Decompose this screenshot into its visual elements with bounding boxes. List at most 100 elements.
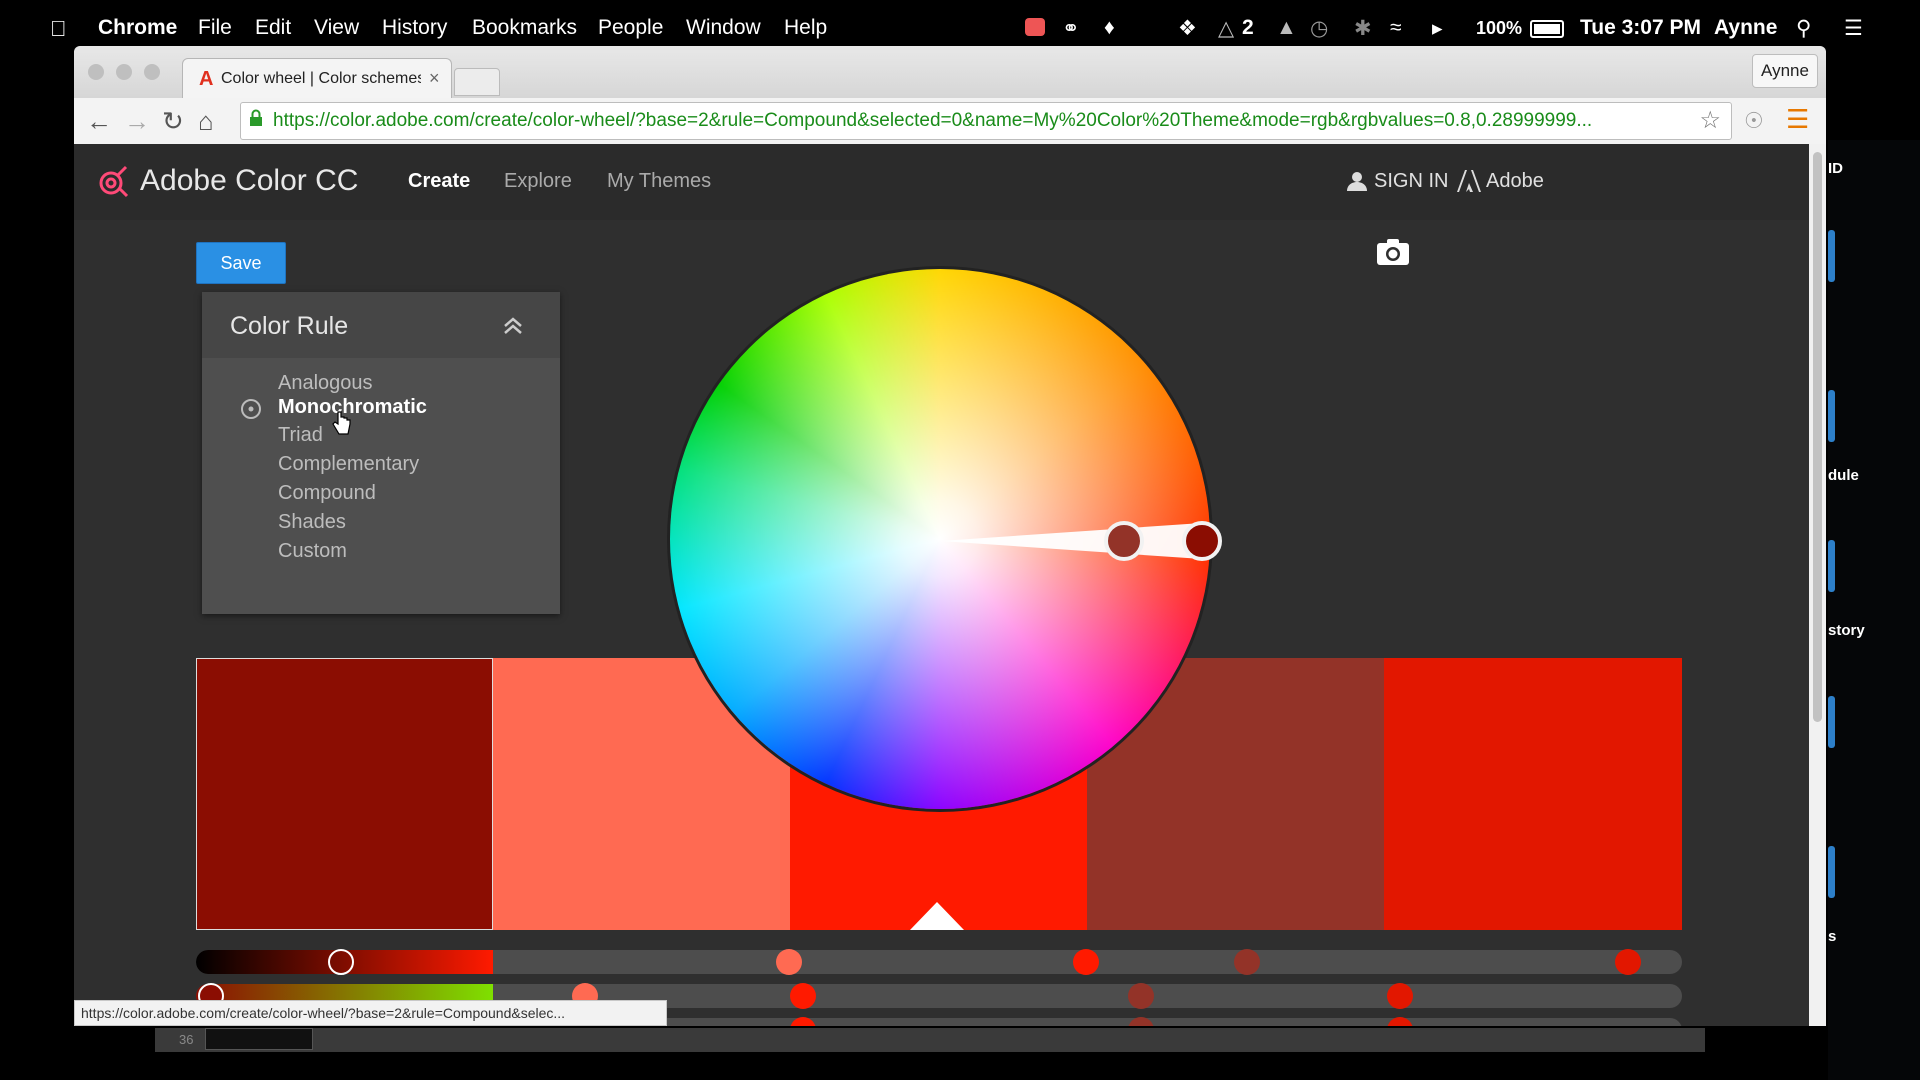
adobe-color-logo-icon[interactable] <box>98 164 130 200</box>
adobe-link[interactable]: Adobe <box>1486 170 1544 193</box>
status-badge-count: 2 <box>1242 16 1254 39</box>
bookmark-star-icon[interactable]: ☆ <box>1699 106 1721 135</box>
background-label: dule <box>1828 467 1859 484</box>
adobe-color-page: Adobe Color CC Create Explore My Themes … <box>74 144 1809 1026</box>
profile-button[interactable]: Aynne <box>1752 54 1818 88</box>
rule-option-custom[interactable]: Custom <box>278 540 347 563</box>
reload-icon[interactable]: ↻ <box>162 106 184 137</box>
swatch-1[interactable] <box>196 658 493 930</box>
menu-history[interactable]: History <box>382 16 447 40</box>
background-blue-tab <box>1828 230 1835 282</box>
slider-dot[interactable] <box>1615 949 1641 975</box>
home-icon[interactable]: ⌂ <box>198 106 214 137</box>
background-label: s <box>1828 928 1837 945</box>
red-channel-thumb[interactable] <box>328 949 354 975</box>
slider-dot[interactable] <box>776 949 802 975</box>
rule-option-complementary[interactable]: Complementary <box>278 453 419 476</box>
color-rule-header[interactable]: Color Rule <box>202 292 560 358</box>
window-zoom-button[interactable] <box>144 64 160 80</box>
window-minimize-button[interactable] <box>116 64 132 80</box>
creative-cloud-icon[interactable]: ⚭ <box>1062 16 1080 41</box>
chrome-menu-icon[interactable]: ☰ <box>1786 104 1809 135</box>
menu-bookmarks[interactable]: Bookmarks <box>472 16 577 40</box>
menu-window[interactable]: Window <box>686 16 761 40</box>
background-blue-tab <box>1828 696 1835 748</box>
base-color-indicator-icon <box>910 902 964 930</box>
scrollbar-thumb[interactable] <box>1813 152 1822 722</box>
save-button[interactable]: Save <box>196 242 286 284</box>
apple-icon[interactable]:  <box>50 16 67 42</box>
lock-icon <box>250 109 262 126</box>
slider-dot[interactable] <box>1387 983 1413 1009</box>
sign-in-link[interactable]: SIGN IN <box>1374 170 1448 193</box>
rule-option-triad[interactable]: Triad <box>278 424 323 447</box>
hand-cursor-icon <box>332 411 351 435</box>
battery-icon[interactable] <box>1530 20 1564 38</box>
taskbar-thumbnail[interactable] <box>205 1028 313 1050</box>
adobe-status-icon[interactable]: △ <box>1218 16 1234 41</box>
color-marker-base[interactable] <box>1182 521 1222 561</box>
menu-app-name[interactable]: Chrome <box>98 16 177 40</box>
status-url-bubble: https://color.adobe.com/create/color-whe… <box>74 1000 667 1026</box>
url-bar[interactable]: https://color.adobe.com/create/color-whe… <box>240 102 1732 140</box>
back-arrow-icon[interactable]: ← <box>86 106 112 137</box>
swatch-5[interactable] <box>1384 658 1682 930</box>
menubar-user[interactable]: Aynne <box>1714 16 1777 40</box>
slider-dot[interactable] <box>1234 949 1260 975</box>
background-blue-tab <box>1828 846 1835 898</box>
nav-create[interactable]: Create <box>408 170 470 193</box>
radio-selected-icon[interactable] <box>240 398 262 420</box>
url-text: https://color.adobe.com/create/color-whe… <box>273 110 1593 131</box>
dropbox-icon[interactable]: ❖ <box>1178 16 1197 41</box>
background-label: story <box>1828 622 1865 639</box>
drive-icon[interactable]: ▲ <box>1276 16 1297 40</box>
user-icon[interactable] <box>1346 170 1368 192</box>
background-window-strip: ID dule story s <box>1828 140 1920 1080</box>
address-toolbar: ← → ↻ ⌂ https://color.adobe.com/create/c… <box>74 98 1826 145</box>
spotlight-search-icon[interactable]: ⚲ <box>1796 16 1811 41</box>
record-icon[interactable] <box>1025 18 1045 36</box>
taskbar-number: 36 <box>179 1032 194 1047</box>
page-scrollbar[interactable] <box>1809 144 1826 1026</box>
nav-explore[interactable]: Explore <box>504 170 572 193</box>
tab-close-icon[interactable]: × <box>429 68 440 89</box>
slider-dot[interactable] <box>1128 983 1154 1009</box>
notification-bell-icon[interactable]: ♦ <box>1104 16 1115 40</box>
color-marker-secondary[interactable] <box>1104 521 1144 561</box>
rule-option-shades[interactable]: Shades <box>278 511 346 534</box>
time-machine-icon[interactable]: ◷ <box>1310 16 1328 41</box>
forward-arrow-icon[interactable]: → <box>124 106 150 137</box>
brand-title[interactable]: Adobe Color CC <box>140 164 358 198</box>
rule-option-compound[interactable]: Compound <box>278 482 376 505</box>
menu-view[interactable]: View <box>314 16 359 40</box>
slider-dot[interactable] <box>1073 949 1099 975</box>
browser-tab[interactable]: A Color wheel | Color schemes × <box>182 58 452 99</box>
nav-my-themes[interactable]: My Themes <box>607 170 711 193</box>
adobe-favicon-icon: A <box>199 68 214 90</box>
app-header: Adobe Color CC Create Explore My Themes … <box>74 144 1809 220</box>
rule-option-monochromatic[interactable]: Monochromatic <box>278 396 427 419</box>
slider-dot[interactable] <box>790 983 816 1009</box>
rule-option-analogous[interactable]: Analogous <box>278 372 373 395</box>
color-rule-title: Color Rule <box>230 312 349 340</box>
menu-edit[interactable]: Edit <box>255 16 291 40</box>
background-label: ID <box>1828 160 1843 177</box>
volume-icon[interactable]: ▸ <box>1432 16 1443 41</box>
camera-icon[interactable] <box>1376 238 1410 266</box>
bluetooth-icon[interactable]: ✱ <box>1354 16 1372 41</box>
window-close-button[interactable] <box>88 64 104 80</box>
menubar-clock[interactable]: Tue 3:07 PM <box>1580 16 1701 40</box>
wifi-icon[interactable]: ≈ <box>1390 16 1402 40</box>
collapse-chevron-icon[interactable] <box>502 316 524 336</box>
adobe-logo-icon[interactable] <box>1457 170 1481 192</box>
extension-icon[interactable]: ☉ <box>1744 108 1764 134</box>
tab-strip: A Color wheel | Color schemes × Aynne <box>74 46 1826 99</box>
notification-center-icon[interactable]: ☰ <box>1844 16 1863 41</box>
color-wheel[interactable] <box>670 269 1222 809</box>
menu-help[interactable]: Help <box>784 16 827 40</box>
background-taskbar: 36 <box>155 1028 1705 1052</box>
menu-file[interactable]: File <box>198 16 232 40</box>
menu-people[interactable]: People <box>598 16 663 40</box>
new-tab-button[interactable] <box>454 68 500 96</box>
color-rule-panel: Color Rule Analogous Monochromatic Triad… <box>202 292 560 614</box>
